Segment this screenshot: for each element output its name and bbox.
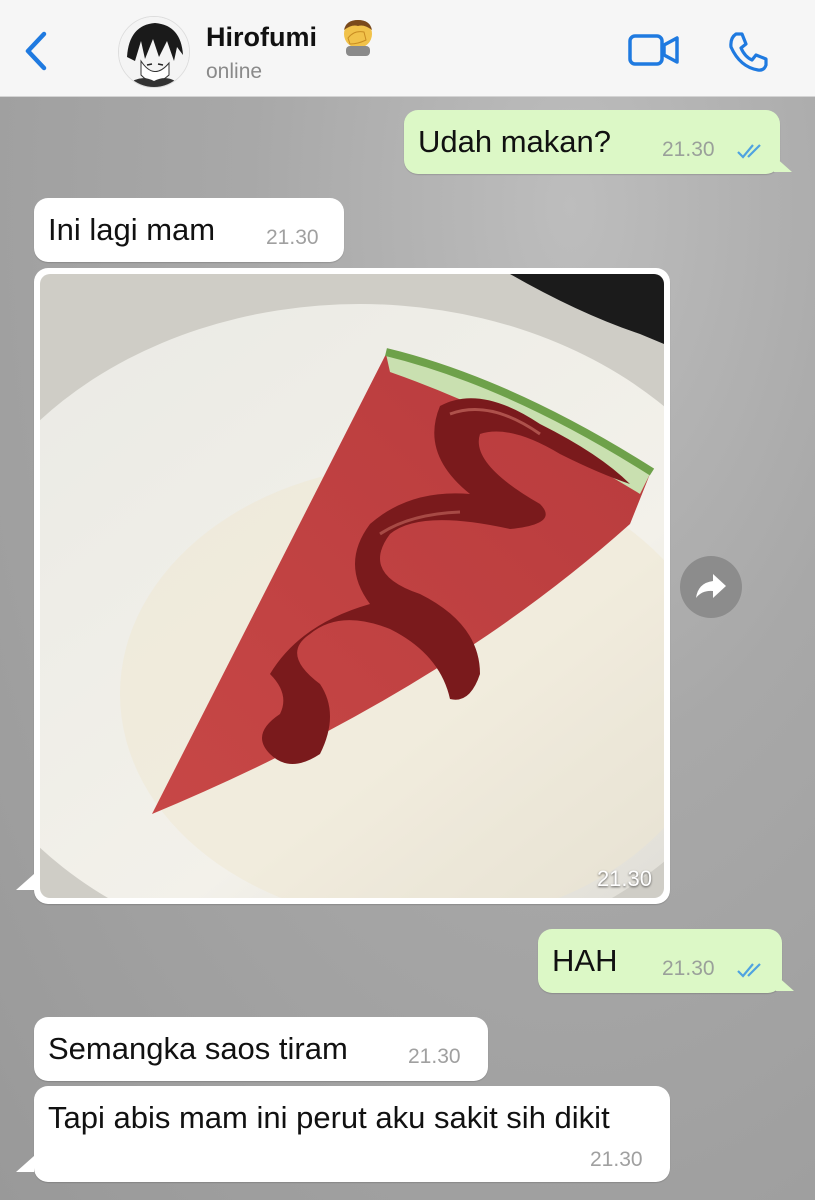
bubble-tail: [16, 874, 34, 890]
message-outgoing[interactable]: Udah makan? 21.30: [404, 110, 792, 174]
read-ticks-icon: [737, 144, 761, 159]
bubble-tail: [776, 975, 794, 991]
video-call-button[interactable]: [628, 32, 680, 68]
face-palm-emoji: [340, 18, 376, 56]
message-text: Tapi abis mam ini perut aku sakit sih di…: [48, 1100, 610, 1135]
chat-header: Hirofumi online: [0, 0, 815, 97]
forward-button[interactable]: [680, 556, 742, 618]
message-incoming[interactable]: Ini lagi mam 21.30: [34, 198, 344, 262]
avatar-image: [119, 17, 189, 87]
back-button[interactable]: [20, 28, 56, 74]
photo-time: 21.30: [596, 866, 652, 891]
message-text: Udah makan?: [418, 124, 612, 159]
message-incoming[interactable]: Semangka saos tiram 21.30: [34, 1017, 488, 1081]
message-text: HAH: [552, 943, 618, 978]
contact-status: online: [206, 60, 263, 83]
photo-image[interactable]: [40, 274, 664, 898]
message-incoming[interactable]: Tapi abis mam ini perut aku sakit sih di…: [34, 1086, 670, 1182]
message-outgoing[interactable]: HAH 21.30: [538, 929, 794, 993]
message-text: Semangka saos tiram: [48, 1031, 348, 1066]
message-time: 21.30: [662, 957, 715, 980]
voice-call-button[interactable]: [726, 30, 770, 74]
message-text: Ini lagi mam: [48, 212, 216, 247]
message-time: 21.30: [408, 1045, 461, 1068]
contact-name[interactable]: Hirofumi: [206, 22, 317, 53]
chevron-left-icon: [25, 31, 47, 71]
message-time: 21.30: [266, 226, 319, 249]
avatar[interactable]: [118, 16, 190, 88]
message-photo[interactable]: 21.30: [34, 268, 670, 904]
message-time: 21.30: [662, 138, 715, 161]
phone-icon: [729, 32, 768, 72]
read-ticks-icon: [737, 963, 761, 978]
message-time: 21.30: [590, 1148, 643, 1171]
forward-arrow-icon: [696, 574, 726, 598]
video-camera-icon: [628, 34, 679, 66]
bubble-tail: [774, 156, 792, 172]
bubble-tail: [16, 1156, 34, 1172]
